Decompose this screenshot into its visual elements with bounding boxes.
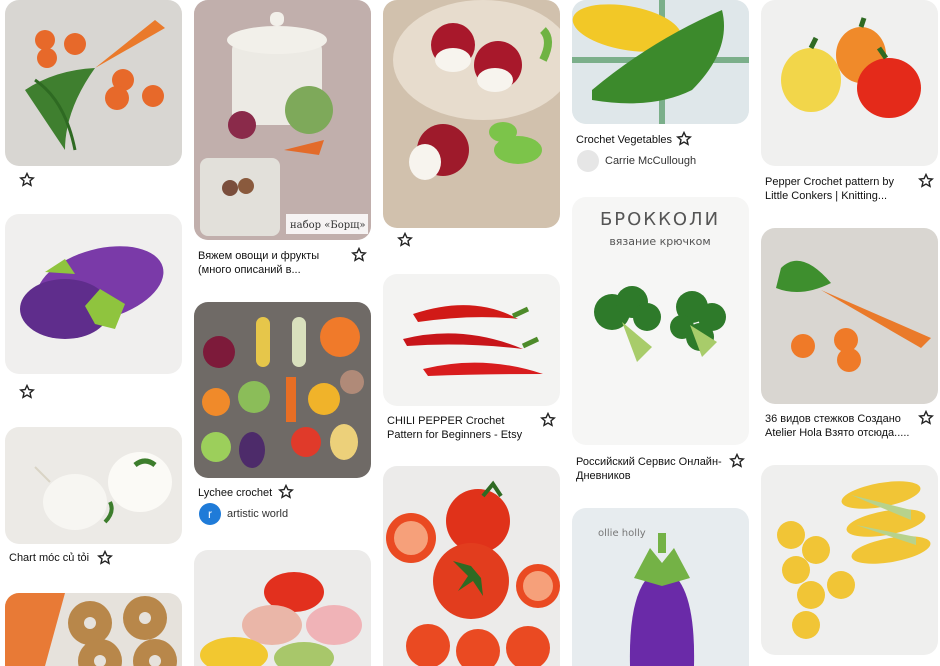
star-icon[interactable] xyxy=(676,131,692,147)
pin-caption: Lychee crochet xyxy=(198,487,273,499)
star-icon[interactable] xyxy=(397,232,413,248)
pin-image-peppers[interactable] xyxy=(761,0,938,166)
star-icon[interactable] xyxy=(97,550,113,566)
pin-caption: Pepper Crochet pattern by Little Conkers… xyxy=(765,176,895,202)
pot-label: набор «Борщ» xyxy=(290,220,366,231)
author-name[interactable]: Carrie McCullough xyxy=(605,155,696,167)
pin-caption: 36 видов стежков Создано Atelier Hola Вз… xyxy=(765,413,910,439)
broccoli-title: БРОККОЛИ xyxy=(600,209,720,230)
radish-photo xyxy=(383,0,560,228)
pin-caption: CHILI PEPPER Crochet Pattern for Beginne… xyxy=(387,415,523,441)
pin-image-bagels[interactable] xyxy=(5,593,182,666)
pin-image-lychee[interactable] xyxy=(194,302,371,478)
bagels-photo xyxy=(5,593,182,666)
pin-image-radish[interactable] xyxy=(383,0,560,228)
pin-image-pumpkins[interactable] xyxy=(194,550,371,666)
pin-image-corn[interactable] xyxy=(572,0,749,124)
pin-image-tomato[interactable] xyxy=(383,466,560,666)
broccoli-subtitle: вязание крючком xyxy=(609,235,710,248)
pin-caption: Crochet Vegetables xyxy=(576,134,673,146)
eggplant-tall-photo: ollie holly xyxy=(572,508,749,666)
star-icon[interactable] xyxy=(540,412,556,428)
pin-author[interactable]: Carrie McCullough xyxy=(577,150,696,172)
star-icon[interactable] xyxy=(19,384,35,400)
pin-image-chili[interactable] xyxy=(383,274,560,406)
carrot-photo xyxy=(5,0,182,166)
pin-caption: Вяжем овощи и фрукты (много описаний в..… xyxy=(198,250,320,276)
avatar[interactable]: r xyxy=(199,503,221,525)
pin-caption: Российский Сервис Онлайн-Дневников xyxy=(576,456,722,482)
pot-set-photo: набор «Борщ» xyxy=(194,0,371,240)
pin-image-broccoli[interactable]: БРОККОЛИ вязание крючком xyxy=(572,197,749,445)
star-icon[interactable] xyxy=(918,410,934,426)
eggplant-photo xyxy=(5,214,182,374)
corn-photo xyxy=(572,0,749,124)
carrot-2-photo xyxy=(761,228,938,404)
vegetable-grid-photo xyxy=(194,302,371,478)
garlic-photo xyxy=(5,427,182,544)
watermark: ollie holly xyxy=(598,528,646,539)
pin-image-carrot-2[interactable] xyxy=(761,228,938,404)
star-icon[interactable] xyxy=(729,453,745,469)
pin-image-corn-2[interactable] xyxy=(761,465,938,655)
pin-image-eggplant[interactable] xyxy=(5,214,182,374)
star-icon[interactable] xyxy=(19,172,35,188)
pin-image-eggplant-tall[interactable]: ollie holly xyxy=(572,508,749,666)
star-icon[interactable] xyxy=(351,247,367,263)
avatar[interactable] xyxy=(577,150,599,172)
pin-image-pot-set[interactable]: набор «Борщ» xyxy=(194,0,371,240)
chili-photo xyxy=(383,274,560,406)
broccoli-photo: БРОККОЛИ вязание крючком xyxy=(572,197,749,445)
author-name[interactable]: artistic world xyxy=(227,508,288,520)
peppers-photo xyxy=(761,0,938,166)
star-icon[interactable] xyxy=(918,173,934,189)
pin-caption: Chart móc củ tỏi xyxy=(9,552,90,564)
star-icon[interactable] xyxy=(278,484,294,500)
pumpkins-photo xyxy=(194,550,371,666)
tomato-photo xyxy=(383,466,560,666)
pin-author[interactable]: r artistic world xyxy=(199,503,288,525)
pin-image-garlic[interactable] xyxy=(5,427,182,544)
pin-image-carrot[interactable] xyxy=(5,0,182,166)
corn-2-photo xyxy=(761,465,938,655)
